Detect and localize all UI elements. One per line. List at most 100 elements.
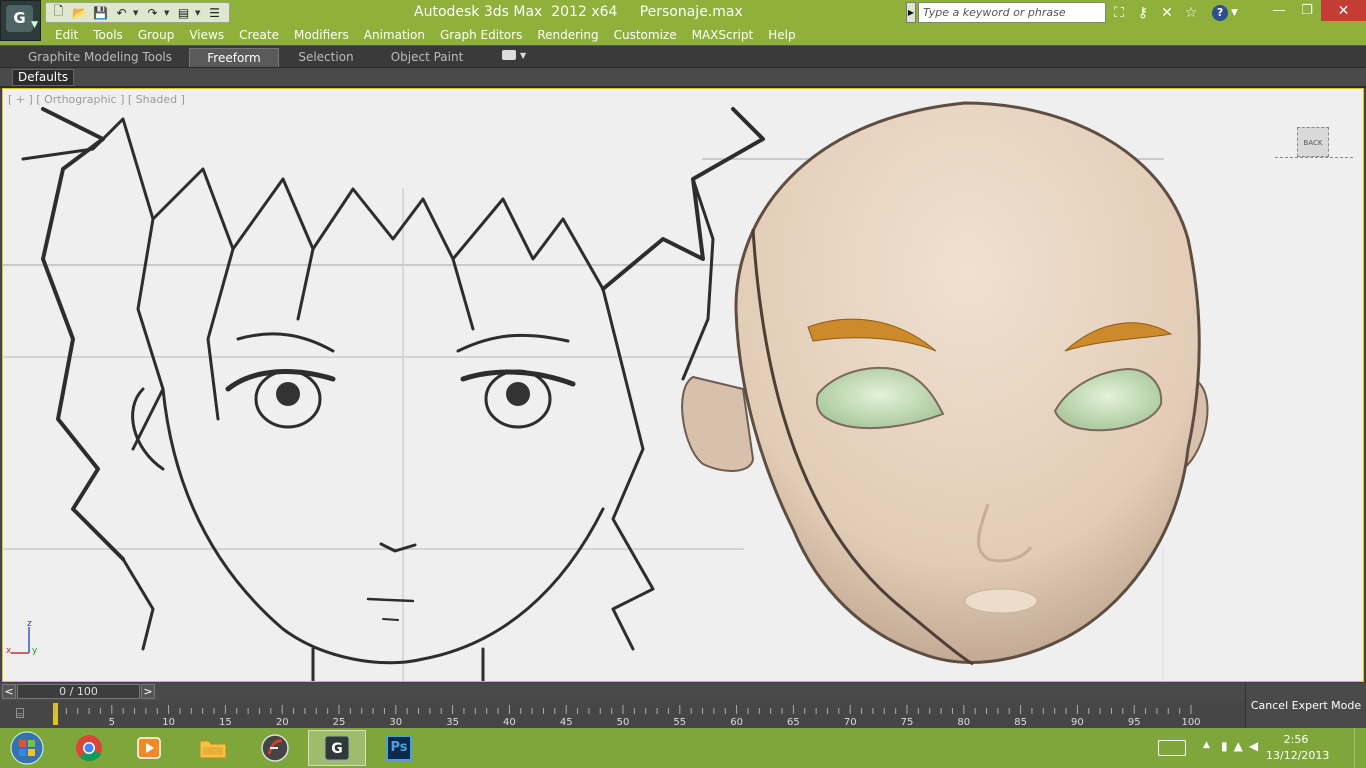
- menu-rendering[interactable]: Rendering: [537, 25, 598, 45]
- menu-bar: Edit Tools Group Views Create Modifiers …: [0, 25, 1366, 45]
- menu-graph-editors[interactable]: Graph Editors: [440, 25, 522, 45]
- close-icon[interactable]: ✕: [1321, 0, 1366, 21]
- ribbon-options-dropdown[interactable]: ▼: [502, 50, 526, 60]
- viewcube-ring[interactable]: [1275, 157, 1353, 159]
- taskbar-photoshop[interactable]: Ps: [370, 730, 428, 766]
- open-file-icon[interactable]: 📂: [70, 4, 89, 21]
- frame-tick-label: 75: [901, 717, 914, 728]
- menu-maxscript[interactable]: MAXScript: [692, 25, 754, 45]
- clock[interactable]: 2:56 13/12/2013: [1266, 732, 1329, 764]
- photoshop-icon: Ps: [386, 735, 412, 761]
- show-desktop-button[interactable]: [1354, 728, 1366, 768]
- folder-icon: [199, 740, 227, 759]
- taskbar-adobe-flash[interactable]: [246, 730, 304, 766]
- frame-ruler[interactable]: 5 10 15 20 25 30 35 40 45 50 55 60 65 70 75 80 85 90 95 100: [50, 701, 1200, 728]
- ribbon-panel: Defaults: [0, 67, 1366, 86]
- frame-tick-label: 90: [1071, 717, 1084, 728]
- menu-edit[interactable]: Edit: [55, 25, 78, 45]
- restore-icon[interactable]: ❐: [1293, 0, 1321, 21]
- show-hidden-icons-icon[interactable]: ▲: [1203, 740, 1210, 750]
- application-button[interactable]: G ▼: [0, 0, 41, 41]
- time-slider-prev-button[interactable]: <: [2, 684, 16, 699]
- minimize-icon[interactable]: —: [1265, 0, 1293, 21]
- frame-tick-label: 5: [109, 717, 115, 728]
- windows-start-icon[interactable]: [8, 730, 46, 766]
- app-window: G ▼ 🗋 📂 💾 ↶ ▼ ↷ ▼ ▤ ▼ ☰ Autodesk 3ds Max…: [0, 0, 1366, 768]
- info-center-toggle-icon[interactable]: ▶: [906, 2, 916, 23]
- ribbon-tabs: Graphite Modeling Tools Freeform Selecti…: [0, 45, 1366, 67]
- redo-dropdown-icon[interactable]: ▼: [164, 9, 172, 17]
- menu-create[interactable]: Create: [239, 25, 279, 45]
- frame-tick-label: 55: [673, 717, 686, 728]
- project-folder-icon[interactable]: ▤: [174, 4, 193, 21]
- axis-gizmo: z x y: [6, 619, 38, 656]
- new-file-icon[interactable]: 🗋: [49, 4, 68, 21]
- cancel-expert-mode-button[interactable]: Cancel Expert Mode: [1245, 683, 1366, 728]
- media-player-icon: [137, 737, 161, 759]
- taskbar-3ds-max[interactable]: G: [308, 730, 366, 766]
- time-slider-thumb[interactable]: 0 / 100: [17, 684, 140, 699]
- help-icon: ?: [1212, 4, 1229, 21]
- front-viewport[interactable]: [ + ] [ Orthographic ] [ Shaded ] BACK z…: [2, 88, 1364, 682]
- viewcube-back-face[interactable]: BACK: [1297, 127, 1329, 157]
- star-icon[interactable]: ☆: [1180, 2, 1202, 23]
- redo-icon[interactable]: ↷: [143, 4, 162, 21]
- qat-customize-icon[interactable]: ☰: [205, 4, 224, 21]
- viewport-label[interactable]: [ + ] [ Orthographic ] [ Shaded ]: [8, 93, 185, 106]
- tab-freeform[interactable]: Freeform: [189, 48, 279, 67]
- file-title: Personaje.max: [639, 4, 743, 20]
- taskbar-media-player[interactable]: [120, 730, 178, 766]
- frame-tick-label: 30: [389, 717, 402, 728]
- undo-dropdown-icon[interactable]: ▼: [133, 9, 141, 17]
- chevron-down-icon: ▼: [31, 20, 38, 30]
- key-icon[interactable]: ⚷: [1132, 2, 1154, 23]
- menu-customize[interactable]: Customize: [614, 25, 677, 45]
- 3d-head-model[interactable]: [681, 101, 1209, 666]
- window-controls: — ❐ ✕: [1265, 0, 1366, 21]
- menu-modifiers[interactable]: Modifiers: [294, 25, 349, 45]
- flash-icon: [261, 734, 289, 762]
- menu-tools[interactable]: Tools: [93, 25, 123, 45]
- windows-taskbar: G Ps ▲ ▮ ▲ ◀ 2:56 13/12/2013: [0, 728, 1366, 768]
- binoculars-icon[interactable]: ⛶: [1108, 2, 1130, 23]
- tab-selection[interactable]: Selection: [288, 48, 364, 67]
- taskbar-chrome[interactable]: [60, 730, 118, 766]
- search-input[interactable]: [918, 2, 1106, 23]
- frame-tick-label: 100: [1181, 717, 1200, 728]
- ribbon-options-icon: [502, 50, 516, 60]
- frame-tick-label: 45: [560, 717, 573, 728]
- save-file-icon[interactable]: 💾: [91, 4, 110, 21]
- help-button[interactable]: ? ▼: [1208, 2, 1242, 23]
- tab-object-paint[interactable]: Object Paint: [384, 48, 470, 67]
- tab-graphite-modeling-tools[interactable]: Graphite Modeling Tools: [20, 48, 180, 67]
- satellite-icon[interactable]: ✕: [1156, 2, 1178, 23]
- frame-tick-label: 70: [844, 717, 857, 728]
- frame-tick-label: 50: [617, 717, 630, 728]
- menu-group[interactable]: Group: [138, 25, 175, 45]
- frame-tick-label: 85: [1014, 717, 1027, 728]
- time-slider-next-button[interactable]: >: [141, 684, 155, 699]
- track-bar[interactable]: ⌸ 5 10 15 20 25 30 35 40 45 50 55 60 65 70 75 80 85 90 95 1…: [0, 701, 1245, 728]
- project-dropdown-icon[interactable]: ▼: [195, 9, 203, 17]
- frame-tick-label: 20: [276, 717, 289, 728]
- undo-icon[interactable]: ↶: [112, 4, 131, 21]
- defaults-panel-label[interactable]: Defaults: [12, 69, 75, 86]
- viewcube[interactable]: BACK: [1273, 125, 1355, 165]
- touch-keyboard-icon[interactable]: [1158, 740, 1186, 756]
- chevron-down-icon: ▼: [1231, 7, 1238, 18]
- curve-editor-icon[interactable]: ⌸: [9, 704, 31, 724]
- tray-status-icons: ▮ ▲ ◀: [1221, 739, 1258, 753]
- frame-tick-label: 35: [446, 717, 459, 728]
- power-icon[interactable]: ▮: [1221, 739, 1228, 753]
- chevron-down-icon: ▼: [520, 50, 527, 60]
- axis-x-label: x: [6, 646, 12, 656]
- time-slider: < 0 / 100 >: [0, 683, 1245, 701]
- window-title: Autodesk 3ds Max 2012 x64 Personaje.max: [414, 3, 743, 21]
- menu-animation[interactable]: Animation: [364, 25, 425, 45]
- network-icon[interactable]: ▲: [1234, 739, 1243, 753]
- taskbar-file-explorer[interactable]: [184, 730, 242, 766]
- volume-icon[interactable]: ◀: [1249, 739, 1258, 753]
- quick-access-toolbar: 🗋 📂 💾 ↶ ▼ ↷ ▼ ▤ ▼ ☰: [45, 2, 230, 23]
- menu-views[interactable]: Views: [189, 25, 224, 45]
- menu-help[interactable]: Help: [768, 25, 795, 45]
